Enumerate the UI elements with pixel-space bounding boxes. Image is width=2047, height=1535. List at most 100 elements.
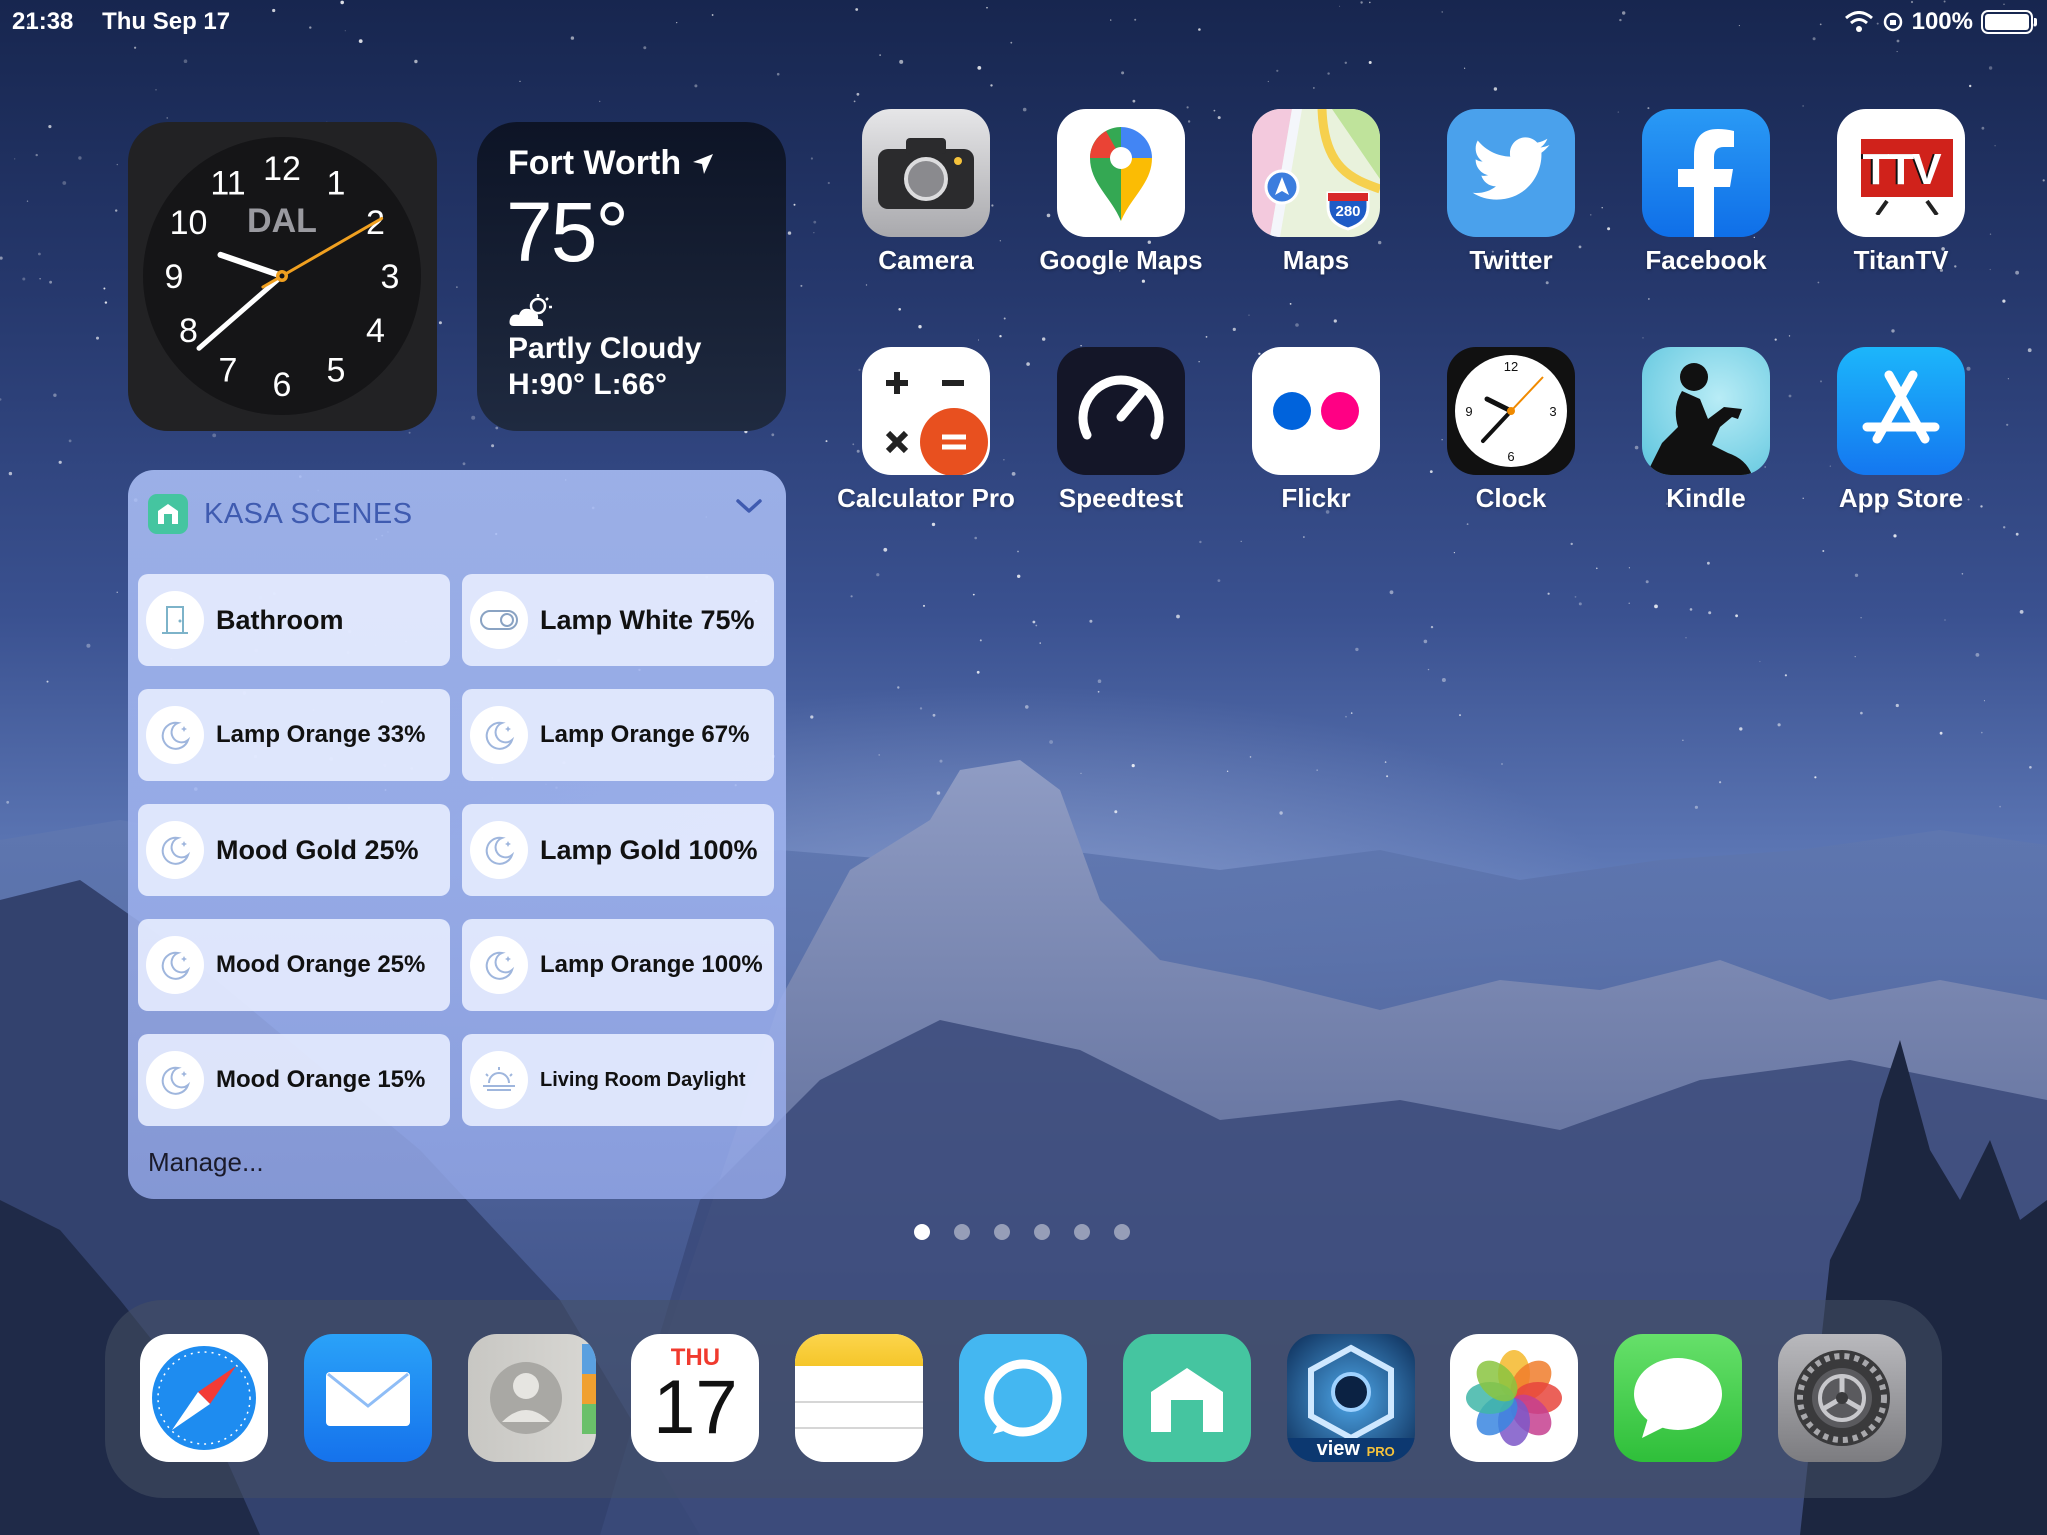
app-kindle[interactable]: Kindle [1611, 347, 1801, 514]
scene-button[interactable]: Lamp Gold 100% [462, 804, 774, 896]
scene-button[interactable]: Mood Orange 25% [138, 919, 450, 1011]
toggle-icon [470, 591, 528, 649]
clock-city-label: DAL [247, 202, 317, 240]
page-indicator[interactable] [914, 1224, 1130, 1240]
app-label: Google Maps [1039, 245, 1203, 275]
page-dot[interactable] [954, 1224, 970, 1240]
page-dot[interactable] [1034, 1224, 1050, 1240]
kasa-title: KASA SCENES [204, 497, 413, 530]
titantv-icon: TTV [1837, 109, 1965, 237]
viewpro-icon[interactable]: view PRO [1286, 1334, 1415, 1462]
manage-button[interactable]: Manage... [148, 1147, 264, 1178]
scene-label: Mood Orange 15% [216, 1066, 426, 1093]
scene-label: Living Room Daylight [540, 1068, 746, 1091]
app-flickr[interactable]: Flickr [1221, 347, 1411, 514]
svg-text:6: 6 [1507, 449, 1514, 464]
app-maps[interactable]: 280 Maps [1221, 109, 1411, 276]
app-twitter[interactable]: Twitter [1416, 109, 1606, 276]
app-camera[interactable]: Camera [831, 109, 1021, 276]
dock: THU 17 view PRO [105, 1300, 1942, 1498]
scene-button[interactable]: Living Room Daylight [462, 1034, 774, 1126]
svg-text:12: 12 [1504, 359, 1518, 374]
viewpro-text: view [1316, 1438, 1360, 1460]
clock-numeral: 10 [170, 204, 208, 242]
mail-icon[interactable] [303, 1334, 432, 1462]
moon-icon [146, 821, 204, 879]
clock-numeral: 8 [179, 312, 198, 350]
moon-icon [146, 706, 204, 764]
calculator-icon [862, 347, 990, 475]
scene-label: Bathroom [216, 604, 344, 635]
clock-widget[interactable]: DAL 121234567891011 [128, 122, 437, 431]
status-time: 21:38 [12, 8, 74, 35]
calendar-icon[interactable]: THU 17 [631, 1334, 760, 1462]
weather-condition: Partly Cloudy [508, 332, 702, 365]
clock-numeral: 3 [381, 258, 400, 296]
settings-icon[interactable] [1778, 1334, 1906, 1462]
chevron-down-icon[interactable] [734, 496, 764, 516]
scene-button[interactable]: Lamp White 75% [462, 574, 774, 666]
calendar-date: 17 [653, 1365, 738, 1450]
scene-label: Lamp White 75% [540, 604, 755, 635]
alexa-icon[interactable] [959, 1334, 1087, 1462]
page-dot[interactable] [914, 1224, 930, 1240]
scene-label: Lamp Orange 67% [540, 721, 750, 748]
app-facebook[interactable]: Facebook [1611, 109, 1801, 276]
maps-icon: 280 [1252, 109, 1380, 237]
app-app-store[interactable]: App Store [1806, 347, 1996, 514]
scene-label: Lamp Orange 33% [216, 721, 426, 748]
messages-icon[interactable] [1614, 1334, 1743, 1462]
notes-icon[interactable] [795, 1334, 924, 1462]
analog-clock-face: DAL 121234567891011 [143, 137, 421, 415]
page-dot[interactable] [1074, 1224, 1090, 1240]
weather-city-row: Fort Worth [508, 144, 715, 183]
twitter-icon [1447, 109, 1575, 237]
app-titantv[interactable]: TTV TitanTV [1806, 109, 1996, 276]
contacts-icon[interactable] [467, 1334, 596, 1462]
app-speedtest[interactable]: Speedtest [1026, 347, 1216, 514]
svg-text:9: 9 [1465, 404, 1472, 419]
app-label: App Store [1838, 483, 1964, 513]
kasa-scenes-widget: KASA SCENES Bathroom Lamp White 75% Lamp O… [128, 470, 786, 1199]
clock-numeral: 1 [327, 165, 346, 203]
kasa-icon[interactable] [1122, 1334, 1251, 1462]
app-label: Clock [1475, 483, 1547, 513]
titantv-logo-text: TTV [1862, 145, 1941, 194]
sunrise-icon [470, 1051, 528, 1109]
clock-numeral: 6 [273, 366, 292, 404]
facebook-icon [1642, 109, 1770, 237]
weather-temperature: 75° [506, 185, 629, 279]
app-label: Speedtest [1058, 483, 1184, 513]
app-label: Flickr [1281, 483, 1351, 513]
scene-button[interactable]: Lamp Orange 33% [138, 689, 450, 781]
scene-button[interactable]: Mood Orange 15% [138, 1034, 450, 1126]
scene-button[interactable]: Lamp Orange 67% [462, 689, 774, 781]
moon-icon [470, 706, 528, 764]
door-icon [146, 591, 204, 649]
scene-button[interactable]: Bathroom [138, 574, 450, 666]
app-label: Calculator Pro [837, 483, 1015, 513]
scene-button[interactable]: Mood Gold 25% [138, 804, 450, 896]
moon-icon [470, 936, 528, 994]
kasa-header: KASA SCENES [148, 492, 413, 536]
safari-icon[interactable] [140, 1334, 268, 1462]
scene-button[interactable]: Lamp Orange 100% [462, 919, 774, 1011]
battery-icon [1981, 10, 2037, 34]
app-label: Facebook [1645, 245, 1767, 275]
app-calculator-pro[interactable]: Calculator Pro [831, 347, 1021, 514]
app-google-maps[interactable]: Google Maps [1026, 109, 1216, 276]
moon-icon [146, 936, 204, 994]
photos-icon[interactable] [1450, 1334, 1579, 1462]
page-dot[interactable] [994, 1224, 1010, 1240]
clock-numeral: 5 [327, 352, 346, 390]
scene-label: Lamp Orange 100% [540, 951, 763, 978]
scene-label: Lamp Gold 100% [540, 834, 758, 865]
clock-numeral: 11 [210, 165, 245, 203]
moon-icon [146, 1051, 204, 1109]
app-label: Maps [1282, 245, 1350, 275]
app-clock[interactable]: 12 3 6 9 Clock [1416, 347, 1606, 514]
page-dot[interactable] [1114, 1224, 1130, 1240]
weather-widget[interactable]: Fort Worth 75° Partly Cloudy H:90° L:66° [477, 122, 786, 431]
weather-hi-lo: H:90° L:66° [508, 368, 668, 401]
status-bar: 21:38 Thu Sep 17 100% [12, 4, 2037, 38]
